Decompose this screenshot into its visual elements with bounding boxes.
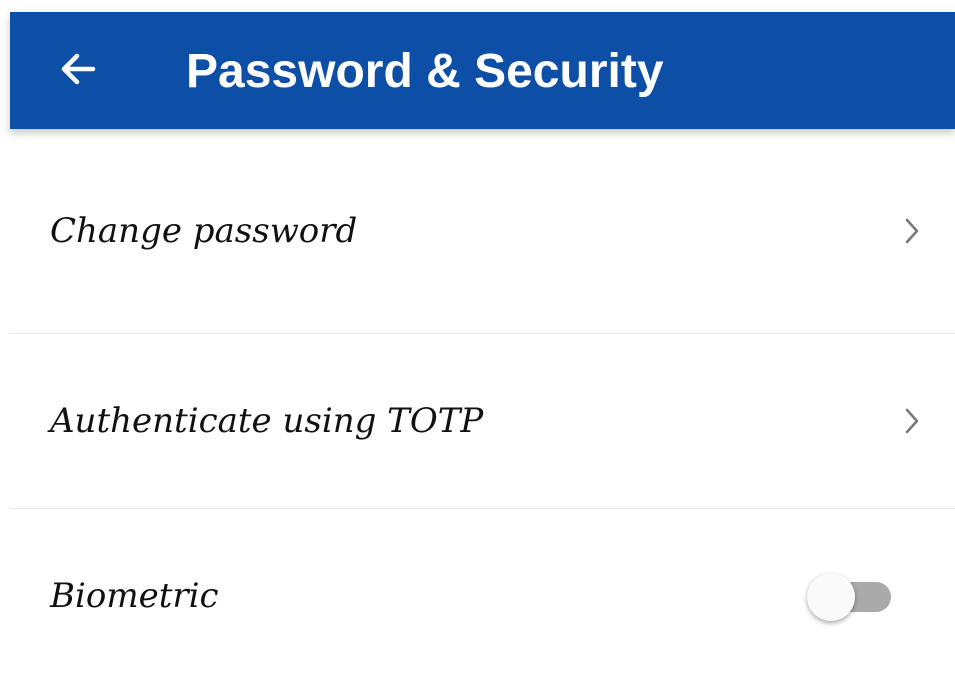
back-button[interactable] xyxy=(50,40,108,98)
change-password-label: Change password xyxy=(50,211,358,251)
top-app-bar: Password & Security xyxy=(10,12,955,129)
authenticate-totp-label: Authenticate using TOTP xyxy=(50,401,484,441)
arrow-left-icon xyxy=(61,53,96,85)
settings-list: Change password Authenticate using TOTP … xyxy=(10,129,955,683)
page-title: Password & Security xyxy=(186,45,664,98)
chevron-right-icon xyxy=(899,214,925,248)
biometric-label: Biometric xyxy=(50,576,219,616)
change-password-item[interactable]: Change password xyxy=(10,129,955,333)
biometric-item: Biometric xyxy=(10,509,955,683)
toggle-thumb xyxy=(807,573,855,621)
authenticate-totp-item[interactable]: Authenticate using TOTP xyxy=(10,334,955,508)
chevron-right-icon xyxy=(899,404,925,438)
biometric-toggle[interactable] xyxy=(807,570,897,622)
